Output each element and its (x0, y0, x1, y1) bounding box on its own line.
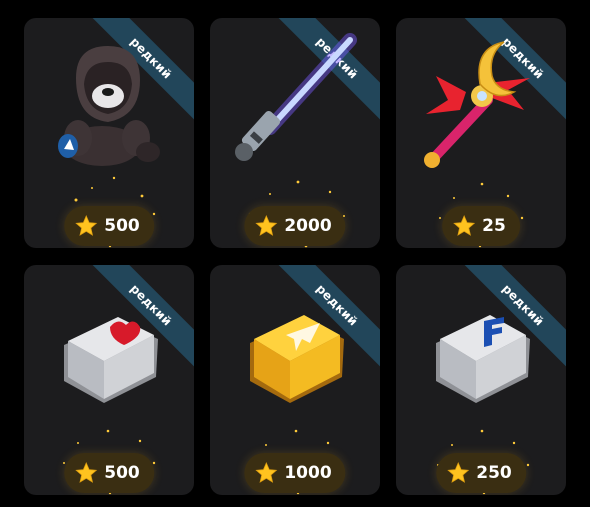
price-value: 25 (482, 216, 506, 236)
price-tag: 500 (64, 453, 154, 493)
lightsaber-icon (235, 33, 357, 161)
star-icon (447, 462, 470, 483)
star-icon (255, 462, 278, 483)
gift-card-lightsaber[interactable]: редкий 2000 (210, 18, 380, 248)
moon-wand-icon (424, 41, 530, 168)
price-value: 2000 (284, 216, 332, 236)
price-value: 250 (476, 463, 512, 483)
hooded-teddy-bear-icon (58, 46, 160, 166)
letter-f-keycap-icon (436, 315, 530, 403)
star-icon (75, 462, 98, 483)
gift-card-gold-keycap[interactable]: редкий 1000 (210, 265, 380, 495)
price-tag: 500 (64, 206, 154, 246)
gift-card-moon-wand[interactable]: редкий 25 (396, 18, 566, 248)
star-icon (75, 215, 98, 236)
heart-keycap-icon (64, 317, 158, 403)
gift-card-f-keycap[interactable]: редкий 250 (396, 265, 566, 495)
price-tag: 25 (442, 206, 520, 246)
price-tag: 250 (436, 453, 526, 493)
price-tag: 2000 (244, 206, 346, 246)
price-tag: 1000 (244, 453, 346, 493)
star-icon (453, 215, 476, 236)
price-value: 500 (104, 463, 140, 483)
price-value: 1000 (284, 463, 332, 483)
gold-plane-keycap-icon (250, 315, 344, 403)
price-value: 500 (104, 216, 140, 236)
gift-card-heart-keycap[interactable]: редкий 500 (24, 265, 194, 495)
gift-card-teddy[interactable]: редкий 500 (24, 18, 194, 248)
star-icon (255, 215, 278, 236)
